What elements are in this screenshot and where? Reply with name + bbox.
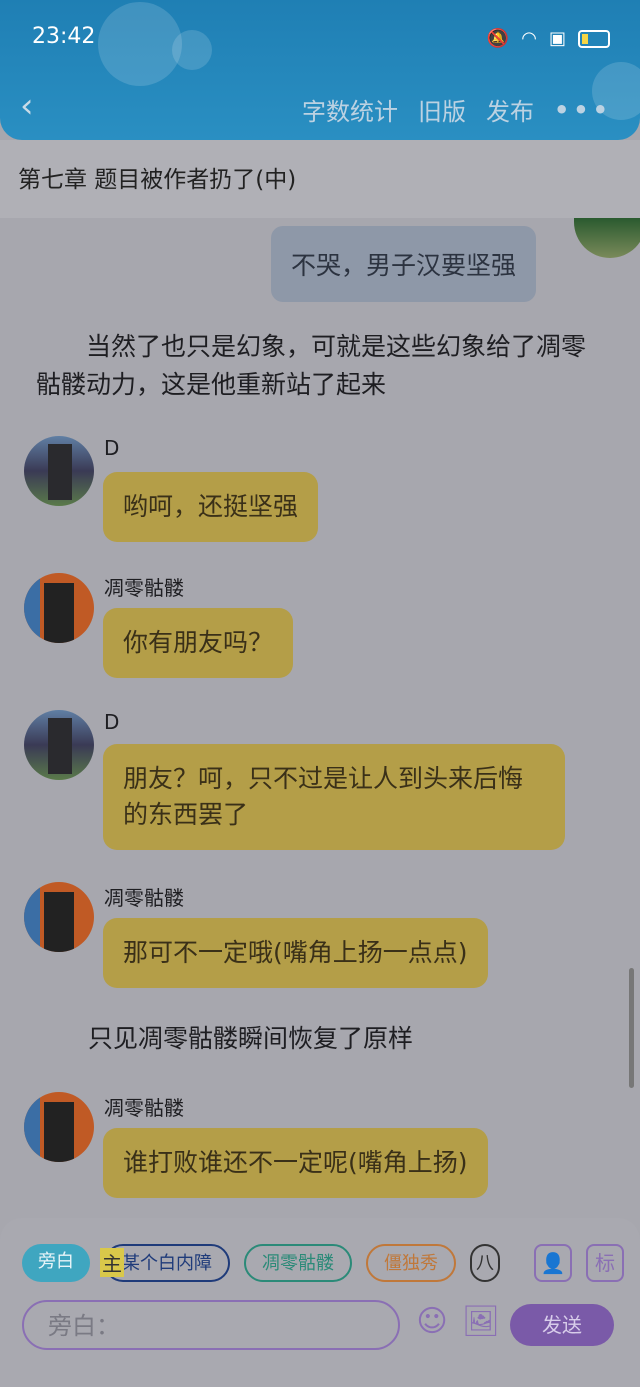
sender-name: D [104,436,120,460]
role-chip[interactable]: 凋零骷髅 [244,1244,352,1282]
message-bubble[interactable]: 哟呵，还挺坚强 [103,472,319,542]
top-header: 23:42 🔕 ◠ ▣ ‹ 字数统计 旧版 发布 ••• [0,0,640,140]
sender-name: 凋零骷髅 [104,1096,184,1120]
status-icons: 🔕 ◠ ▣ [487,28,610,49]
message-bubble-right[interactable]: 不哭，男子汉要坚强 [270,226,536,302]
role-chip[interactable]: 僵独秀 [366,1244,456,1282]
nav-actions: 字数统计 旧版 发布 ••• [302,92,612,127]
chat-area[interactable]: 不哭，男子汉要坚强 当然了也只是幻象，可就是这些幻象给了凋零骷髅动力，这是他重新… [0,218,640,1218]
mute-bell-icon: 🔕 [486,28,510,49]
narration-text[interactable]: 当然了也只是幻象，可就是这些幻象给了凋零骷髅动力，这是他重新站了起来 [36,328,606,404]
publish-button[interactable]: 发布 [486,92,534,127]
send-button[interactable]: 发送 [510,1304,614,1346]
sim-icon: ▣ [548,28,566,49]
avatar-wither[interactable] [24,882,94,952]
scrollbar[interactable] [629,968,634,1088]
more-icon[interactable]: ••• [554,96,612,124]
role-chip[interactable]: 八 [470,1244,500,1282]
status-time: 23:42 [32,24,96,49]
avatar-wither[interactable] [24,573,94,643]
message-bubble[interactable]: 朋友？呵，只不过是让人到头来后悔的东西罢了 [103,744,565,850]
sender-name: 凋零骷髅 [104,576,184,600]
avatar-right[interactable] [574,218,640,258]
decor-bubble [98,2,182,86]
person-icon[interactable]: 👤 [534,1244,572,1282]
host-badge: 主 [100,1248,124,1277]
tag-icon[interactable]: 标 [586,1244,624,1282]
wifi-icon: ◠ [521,28,537,49]
composer-panel: 旁白 某个白内障 凋零骷髅 僵独秀 八 主 👤 标 旁白： ☺ 🖼 发送 [0,1218,640,1387]
decor-bubble [172,30,212,70]
image-icon[interactable]: 🖼 [462,1304,500,1340]
sender-name: D [104,710,120,734]
sender-name: 凋零骷髅 [104,886,184,910]
role-chips: 旁白 某个白内障 凋零骷髅 僵独秀 八 [22,1244,500,1282]
chapter-title[interactable]: 第七章 题目被作者扔了(中) [0,140,640,218]
message-input[interactable]: 旁白： [22,1300,400,1350]
avatar-d[interactable] [24,710,94,780]
narration-text[interactable]: 只见凋零骷髅瞬间恢复了原样 [88,1020,413,1058]
emoji-icon[interactable]: ☺ [414,1304,450,1340]
avatar-d[interactable] [24,436,94,506]
back-button[interactable]: ‹ [20,86,34,126]
word-count-button[interactable]: 字数统计 [302,92,398,127]
battery-icon [578,29,610,48]
avatar-wither[interactable] [24,1092,94,1162]
role-chip-narration[interactable]: 旁白 [22,1244,90,1282]
message-bubble[interactable]: 你有朋友吗？ [103,608,294,678]
message-bubble[interactable]: 谁打败谁还不一定呢(嘴角上扬) [103,1128,488,1198]
old-version-button[interactable]: 旧版 [418,92,466,127]
message-bubble[interactable]: 那可不一定哦(嘴角上扬一点点) [103,918,488,988]
